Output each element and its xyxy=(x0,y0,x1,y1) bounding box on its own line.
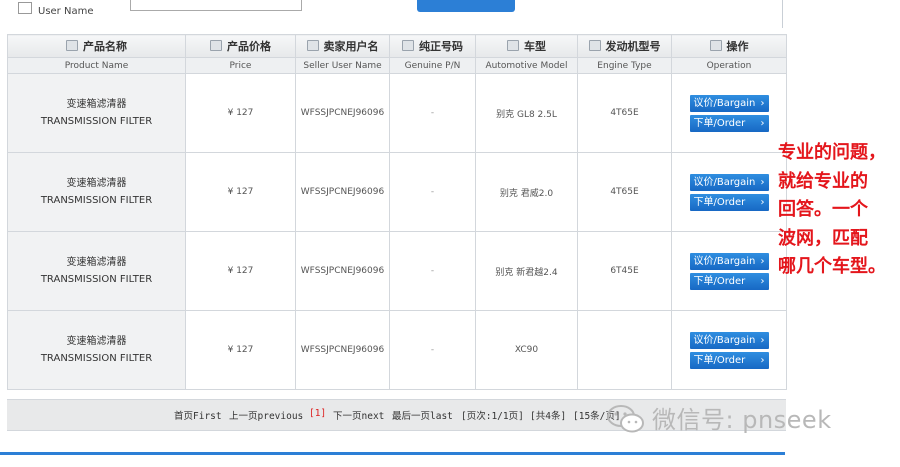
current-page: [1] xyxy=(309,408,327,419)
col-subheader: Operation xyxy=(671,57,787,74)
col-subheader: Price xyxy=(185,57,296,74)
annotation-text: 专业的问题， 就给专业的 回答。一个 波网，匹配 哪几个车型。 xyxy=(778,142,886,277)
seller-cell: WFSSJPCNEJ96096 xyxy=(295,310,390,390)
header-row-cn: 产品名称 产品价格 卖家用户名 纯正号码 车型 发动机型号 操作 xyxy=(7,34,787,58)
order-button[interactable]: 下单/Order › xyxy=(689,272,769,290)
username-label: User Name xyxy=(38,6,94,17)
col-header-engine[interactable]: 发动机型号 xyxy=(577,34,672,58)
engine-icon xyxy=(588,40,601,51)
page-info: [页次:1/1页] xyxy=(461,411,524,422)
order-button[interactable]: 下单/Order › xyxy=(689,351,769,369)
operation-cell: 议价/Bargain › 下单/Order › xyxy=(671,310,787,390)
pn-cell: - xyxy=(389,152,476,232)
engine-cell: 6T45E xyxy=(577,231,672,311)
pn-icon xyxy=(402,40,414,51)
col-header-product-name[interactable]: 产品名称 xyxy=(7,34,186,58)
product-table: 产品名称 产品价格 卖家用户名 纯正号码 车型 发动机型号 操作 Product… xyxy=(7,34,787,390)
model-cell: 别克 君威2.0 xyxy=(475,152,578,232)
engine-cell: 4T65E xyxy=(577,152,672,232)
price-icon xyxy=(210,40,222,51)
model-cell: XC90 xyxy=(475,310,578,390)
record-count: [共4条] xyxy=(530,411,567,422)
prev-page-link[interactable]: 上一页previous xyxy=(229,408,303,422)
table-row: 变速箱滤清器 TRANSMISSION FILTER ¥ 127 WFSSJPCN… xyxy=(7,73,787,153)
seller-cell: WFSSJPCNEJ96096 xyxy=(295,73,390,153)
watermark-text: 微信号: pnseek xyxy=(652,406,832,434)
product-name-cell[interactable]: 变速箱滤清器 TRANSMISSION FILTER xyxy=(7,73,186,153)
pn-cell: - xyxy=(389,310,476,390)
header-row-en: Product Name Price Seller User Name Genu… xyxy=(7,57,787,74)
col-header-model[interactable]: 车型 xyxy=(475,34,578,58)
chevron-right-icon: › xyxy=(760,176,765,188)
col-subheader: Product Name xyxy=(7,57,186,74)
order-button[interactable]: 下单/Order › xyxy=(689,114,769,132)
table-row: 变速箱滤清器 TRANSMISSION FILTER ¥ 127 WFSSJPCN… xyxy=(7,231,787,311)
product-name-cell[interactable]: 变速箱滤清器 TRANSMISSION FILTER xyxy=(7,310,186,390)
engine-cell xyxy=(577,310,672,390)
chevron-right-icon: › xyxy=(760,97,765,109)
col-subheader: Automotive Model xyxy=(475,57,578,74)
col-header-seller[interactable]: 卖家用户名 xyxy=(295,34,390,58)
pn-cell: - xyxy=(389,231,476,311)
engine-cell: 4T65E xyxy=(577,73,672,153)
wechat-icon xyxy=(607,405,644,433)
operation-cell: 议价/Bargain › 下单/Order › xyxy=(671,152,787,232)
pn-cell: - xyxy=(389,73,476,153)
hand-icon xyxy=(709,40,722,51)
checkbox[interactable] xyxy=(18,2,32,14)
bargain-button[interactable]: 议价/Bargain › xyxy=(689,94,769,112)
product-icon xyxy=(66,40,78,51)
col-header-price[interactable]: 产品价格 xyxy=(185,34,296,58)
price-cell: ¥ 127 xyxy=(185,310,296,390)
last-page-link[interactable]: 最后一页last xyxy=(392,408,453,422)
username-input[interactable] xyxy=(130,0,302,11)
col-subheader: Seller User Name xyxy=(295,57,390,74)
seller-cell: WFSSJPCNEJ96096 xyxy=(295,231,390,311)
seller-cell: WFSSJPCNEJ96096 xyxy=(295,152,390,232)
first-page-link[interactable]: 首页First xyxy=(174,408,222,422)
col-header-operation: 操作 xyxy=(671,34,787,58)
col-subheader: Engine Type xyxy=(577,57,672,74)
operation-cell: 议价/Bargain › 下单/Order › xyxy=(671,73,787,153)
chevron-right-icon: › xyxy=(760,334,765,346)
table-row: 变速箱滤清器 TRANSMISSION FILTER ¥ 127 WFSSJPCN… xyxy=(7,310,787,390)
product-name-cell[interactable]: 变速箱滤清器 TRANSMISSION FILTER xyxy=(7,231,186,311)
chevron-right-icon: › xyxy=(760,196,765,208)
price-cell: ¥ 127 xyxy=(185,73,296,153)
search-button[interactable] xyxy=(417,0,515,12)
chevron-right-icon: › xyxy=(760,255,765,267)
chevron-right-icon: › xyxy=(760,275,765,287)
bargain-button[interactable]: 议价/Bargain › xyxy=(689,173,769,191)
col-header-genuine-pn[interactable]: 纯正号码 xyxy=(389,34,476,58)
product-name-cell[interactable]: 变速箱滤清器 TRANSMISSION FILTER xyxy=(7,152,186,232)
bargain-button[interactable]: 议价/Bargain › xyxy=(689,331,769,349)
model-cell: 别克 GL8 2.5L xyxy=(475,73,578,153)
table-row: 变速箱滤清器 TRANSMISSION FILTER ¥ 127 WFSSJPCN… xyxy=(7,152,787,232)
col-subheader: Genuine P/N xyxy=(389,57,476,74)
price-cell: ¥ 127 xyxy=(185,152,296,232)
seller-icon xyxy=(306,40,319,51)
car-icon xyxy=(507,40,519,51)
bottom-bar xyxy=(0,452,785,455)
next-page-link[interactable]: 下一页next xyxy=(333,408,384,422)
price-cell: ¥ 127 xyxy=(185,231,296,311)
divider xyxy=(782,0,783,28)
search-strip: User Name xyxy=(0,0,785,28)
operation-cell: 议价/Bargain › 下单/Order › xyxy=(671,231,787,311)
bargain-button[interactable]: 议价/Bargain › xyxy=(689,252,769,270)
chevron-right-icon: › xyxy=(760,117,765,129)
chevron-right-icon: › xyxy=(760,354,765,366)
model-cell: 别克 新君越2.4 xyxy=(475,231,578,311)
order-button[interactable]: 下单/Order › xyxy=(689,193,769,211)
